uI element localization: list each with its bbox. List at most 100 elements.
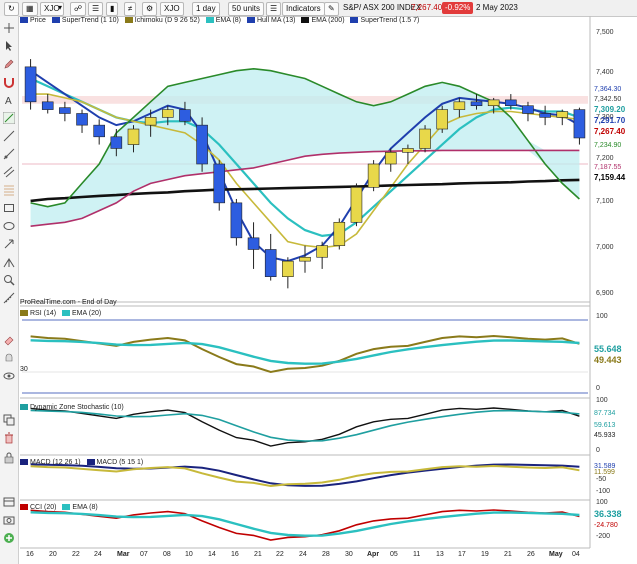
x-tick-label: 30	[345, 551, 353, 558]
legend-item[interactable]: EMA (200)	[301, 16, 345, 26]
lock-tool-icon[interactable]	[3, 452, 15, 464]
series-line-ema8	[30, 77, 580, 238]
x-tick-label: 17	[458, 551, 466, 558]
layout-button[interactable]: ▦	[22, 2, 38, 16]
macd-tick: -100	[596, 488, 611, 495]
chevron-down-icon[interactable]: ▾	[58, 2, 62, 14]
delete-tool-icon[interactable]	[3, 432, 15, 444]
x-tick-label: 16	[26, 551, 34, 558]
legend-swatch	[246, 17, 255, 24]
legend-item[interactable]: Price	[20, 16, 46, 26]
legend-label: SuperTrend (1.5 7)	[360, 17, 420, 24]
price-legend: Price SuperTrend (1 10) Ichimoku (D 9 26…	[20, 16, 423, 26]
legend-item[interactable]: Hull MA (13)	[246, 16, 296, 26]
settings-button[interactable]: ⚙	[142, 2, 158, 16]
refresh-button[interactable]: ↻	[4, 2, 19, 16]
list-button[interactable]: ☰	[88, 2, 104, 16]
legend-label: Ichimoku (D 9 26 52)	[134, 17, 200, 24]
price-tag: 7,267.40	[594, 127, 626, 136]
price-tag: 7,291.70	[594, 116, 626, 125]
series-line-senkou_b	[30, 149, 580, 227]
legend-item[interactable]: SuperTrend (1 10)	[51, 16, 119, 26]
candle-body	[333, 221, 346, 246]
quote-date: 2 May 2023	[476, 3, 518, 12]
indicators-button[interactable]: Indicators	[282, 2, 325, 16]
compare-button[interactable]: ≠	[124, 2, 137, 16]
link-button[interactable]: ☍	[70, 2, 87, 16]
zoom-tool-icon[interactable]	[3, 274, 15, 286]
x-tick-label: 08	[163, 551, 171, 558]
ray-tool-icon[interactable]	[3, 148, 15, 160]
timeframe-select[interactable]: 1 day	[192, 2, 220, 16]
price-tick: 7,000	[596, 244, 614, 251]
legend-item[interactable]: Ichimoku (D 9 26 52)	[124, 16, 200, 26]
measure-tool-icon[interactable]	[3, 292, 15, 304]
chart-canvas[interactable]	[0, 0, 637, 564]
text-tool-icon[interactable]: A	[3, 94, 15, 106]
cci-ema-swatch	[62, 504, 71, 511]
legend-item[interactable]: SuperTrend (1.5 7)	[350, 16, 419, 26]
macd-tick: -50	[596, 476, 607, 483]
rsi-tag: 49.443	[594, 355, 622, 365]
legend-swatch	[350, 17, 359, 24]
candle-body	[24, 66, 37, 103]
template-tool-icon[interactable]	[3, 496, 15, 508]
dzs-line	[30, 407, 580, 447]
cci-ema-line	[30, 511, 580, 537]
candle-body	[470, 101, 483, 107]
chart-type-button[interactable]: ▮	[106, 2, 119, 16]
legend-label: EMA (8)	[215, 17, 242, 24]
rectangle-tool-icon[interactable]	[3, 202, 15, 214]
clone-tool-icon[interactable]	[3, 414, 15, 426]
candle-body	[453, 101, 466, 110]
candle-body	[299, 256, 311, 262]
screenshot-tool-icon[interactable]	[3, 514, 15, 526]
ellipse-tool-icon[interactable]	[3, 220, 15, 232]
arrow-tool-icon[interactable]	[3, 238, 15, 250]
drawing-tools-sidebar: A	[0, 16, 19, 564]
cursor-tool-icon[interactable]	[3, 40, 15, 52]
add-panel-icon[interactable]	[3, 532, 15, 544]
price-tick: 7,400	[596, 69, 614, 76]
line-tool-icon[interactable]	[3, 130, 15, 142]
x-tick-label: 24	[94, 551, 102, 558]
pencil-tool-icon[interactable]	[3, 58, 15, 70]
dzs-tick: 0	[596, 447, 600, 454]
x-tick-label: 10	[185, 551, 193, 558]
drawing-button[interactable]: ✎	[324, 2, 339, 16]
cci-label: CCI (20)	[30, 504, 57, 511]
magnet-tool-icon[interactable]	[3, 76, 15, 88]
candle-body	[556, 111, 569, 118]
alert-tool-icon[interactable]	[3, 352, 15, 364]
cci-ema-tag: 36.338	[594, 509, 622, 519]
pitchfork-tool-icon[interactable]	[3, 256, 15, 268]
rsi-level-label: 30	[20, 366, 28, 373]
hide-tool-icon[interactable]	[3, 370, 15, 382]
chart-style-button[interactable]: ☰	[266, 2, 282, 16]
rsi-ema-tag: 55.648	[594, 344, 622, 354]
cci-title: CCI (20) EMA (8)	[20, 503, 98, 512]
x-tick-label: 22	[72, 551, 80, 558]
indicator-lines	[30, 67, 580, 263]
resistance-band	[22, 96, 588, 104]
crosshair-tool-icon[interactable]	[3, 22, 15, 34]
ichimoku-cloud	[30, 68, 580, 227]
x-tick-label: 05	[390, 551, 398, 558]
instrument-field[interactable]: XJO	[160, 2, 184, 16]
last-price: 7,267.40	[411, 3, 443, 12]
series-line-ema200	[30, 178, 580, 203]
legend-item[interactable]: EMA (8)	[205, 16, 242, 26]
macd-label: MACD (12 26 1)	[30, 459, 81, 466]
fibonacci-tool-icon[interactable]	[3, 184, 15, 196]
x-tick-label: 21	[254, 551, 262, 558]
candle-body	[436, 109, 449, 130]
x-tick-label: 20	[49, 551, 57, 558]
eraser-tool-icon[interactable]	[3, 334, 15, 346]
units-select[interactable]: 50 units	[228, 2, 265, 16]
price-tag: 7,159.44	[594, 173, 626, 182]
trendline-tool-icon[interactable]	[3, 112, 15, 124]
macd-fast-line	[30, 464, 580, 488]
price-tag: 7,234.90	[594, 142, 622, 149]
candle-body	[573, 109, 586, 139]
channel-tool-icon[interactable]	[3, 166, 15, 178]
